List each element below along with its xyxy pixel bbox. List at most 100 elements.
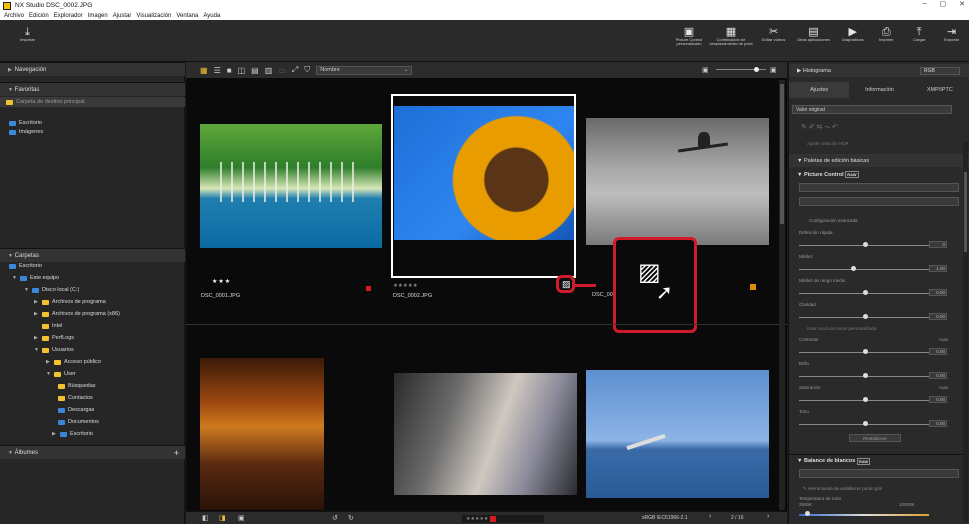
rotate-right-icon[interactable]: ↻ [348,514,354,522]
tree-usuarios[interactable]: ▼ Usuarios [34,347,74,353]
quick-sharp-value[interactable]: 0 [929,241,947,248]
tree-acceso-publico[interactable]: ▶ Acceso público [46,359,101,365]
brightness-value[interactable]: 0.00 [929,372,947,379]
menu-explorador[interactable]: Explorador [54,13,83,19]
menu-imagen[interactable]: Imagen [88,13,108,19]
thumbnail-dsc-0006[interactable] [586,370,769,498]
grid-view-icon[interactable]: ▦ [200,66,208,75]
contrast-auto[interactable]: Auto [939,337,948,342]
histogram-mode-dropdown[interactable]: RGB [920,66,960,75]
add-album-icon[interactable]: + [174,448,179,458]
thumbnail-dsc-0003[interactable] [586,118,769,245]
menu-edicion[interactable]: Edición [29,13,49,19]
favorite-main-destination[interactable]: Carpeta de destino principal [0,97,185,107]
label-icon[interactable]: ◨ [219,514,226,522]
rating-stars-dsc-0002[interactable]: ★★★★★ [393,283,418,289]
favorite-imagenes[interactable]: Imágenes [9,129,43,135]
tree-contactos[interactable]: Contactos [58,395,93,401]
hue-slider[interactable] [799,421,929,426]
rating-bar[interactable]: ★★★★★ [462,515,544,523]
tree-intel[interactable]: Intel [34,323,62,329]
histogram-header[interactable]: ▶ Histograma RGB [789,64,969,77]
white-balance-dropdown[interactable] [799,469,959,478]
edit-videos-button[interactable]: ✂ Editar vídeos [762,26,785,42]
favorites-header[interactable]: ▼ Favoritas [0,82,185,96]
picture-control-header[interactable]: ▼ Picture Control RAW [789,168,969,181]
edit-tool-icons[interactable]: ✎ ✐ ⇆ ⤳ ↶ [801,123,838,132]
folders-header[interactable]: ▼ Carpetas [0,248,185,262]
tree-escritorio-user[interactable]: ▶ Escritorio [52,431,93,437]
tab-ajustes[interactable]: Ajustes [789,82,850,98]
thumbnail-size-slider[interactable] [716,67,766,72]
thumbnail-dsc-0002[interactable] [391,94,576,278]
favorite-escritorio[interactable]: Escritorio [9,120,42,126]
advanced-settings-label[interactable]: Configuración avanzada [809,218,858,223]
preset-dropdown[interactable]: Valor original [792,105,952,114]
fullscreen-icon[interactable]: ⤢ [292,65,298,75]
tree-archivos-programa[interactable]: ▶ Archivos de programa [34,299,106,305]
sort-dropdown[interactable]: Nombre ⌄ [316,65,413,75]
rotate-left-icon[interactable]: ↺ [332,514,338,522]
upload-button[interactable]: ⤒ Cargar [913,26,925,42]
tab-xmp[interactable]: XMP/IPTC [910,82,969,98]
export-button[interactable]: ⇥ Exportar [944,26,959,42]
custom-curve-checkbox[interactable]: Usar curva de tonos personalizada [807,326,877,331]
menu-ventana[interactable]: Ventana [176,13,198,19]
saturation-auto[interactable]: Auto [939,385,948,390]
zoom-out-icon[interactable]: ▣ [702,66,709,74]
zoom-in-icon[interactable]: ▣ [770,66,777,74]
tab-informacion[interactable]: Información [849,82,909,98]
tree-documentos[interactable]: Documentos [58,419,99,425]
tree-user[interactable]: ▼ User [46,371,76,377]
sharpness-value[interactable]: 1.00 [929,265,947,272]
white-balance-header[interactable]: ▼ Balance de blancos RAW [789,454,969,467]
saturation-slider[interactable] [799,397,929,402]
hdr-checkbox[interactable]: Ajuste creación HDR [807,141,849,146]
sharpness-slider[interactable] [799,266,929,271]
saturation-value[interactable]: 0.00 [929,396,947,403]
rating-stars-dsc-0001[interactable]: ★★★ [212,278,231,285]
print-button[interactable]: ⎙ Imprimir [879,26,893,42]
mid-sharp-slider[interactable] [799,290,929,295]
clarity-slider[interactable] [799,314,929,319]
map-view-icon[interactable]: ▥ [265,66,273,75]
fit-icon[interactable]: ▭ [278,66,286,75]
quick-sharp-slider[interactable] [799,242,929,247]
menu-ajustar[interactable]: Ajustar [113,13,132,19]
reset-button[interactable]: Restablecer [849,434,901,442]
picture-control-dropdown[interactable] [799,183,959,192]
prev-image-icon[interactable]: ‹ [709,513,711,520]
minimize-button[interactable]: – [923,0,927,8]
filter-icon[interactable]: ⛉ [304,65,310,75]
tree-archivos-programa-x86[interactable]: ▶ Archivos de programa (x86) [34,311,120,317]
tree-perflogs[interactable]: ▶ PerfLogs [34,335,74,341]
gray-point-tool[interactable]: ✎ Herramienta de establecer punto gris [803,486,882,492]
picture-control-button[interactable]: ▣ Picture Control personalizado [674,26,704,47]
stack-icon[interactable]: ▣ [238,514,245,522]
mid-sharp-value[interactable]: 0.00 [929,289,947,296]
close-button[interactable]: ✕ [959,0,965,8]
next-image-icon[interactable]: › [767,513,769,520]
tree-disco-local[interactable]: ▼ Disco local (C:) [24,287,79,293]
pixel-shift-button[interactable]: ▦ Combinación de desplazamiento de píxel [707,26,755,47]
contrast-slider[interactable] [799,349,929,354]
menu-ayuda[interactable]: Ayuda [203,13,220,19]
color-temp-slider[interactable] [799,511,929,516]
menu-archivo[interactable]: Archivo [4,13,24,19]
tree-descargas[interactable]: Descargas [58,407,94,413]
basic-palettes-header[interactable]: ▼ Paletas de edición básicas [789,154,969,167]
import-button[interactable]: ⤓ Importar [20,26,35,42]
thumbnail-dsc-0001[interactable] [200,124,382,248]
slideshow-button[interactable]: ▶ Diapositivas [842,26,864,42]
navigation-header[interactable]: ▶ Navegación [0,62,185,76]
menu-visualizacion[interactable]: Visualización [136,13,171,19]
maximize-button[interactable]: ▢ [940,0,947,8]
rotate-icon[interactable]: ◧ [202,514,209,522]
contrast-value[interactable]: 0.00 [929,348,947,355]
thumbnail-dsc-0005[interactable] [394,373,577,495]
list-view-icon[interactable]: ☰ [214,66,221,75]
tree-busquedas[interactable]: Búsquedas [58,383,96,389]
single-view-icon[interactable]: ■ [227,66,232,75]
filmstrip-view-icon[interactable]: ▤ [251,66,259,75]
brightness-slider[interactable] [799,373,929,378]
